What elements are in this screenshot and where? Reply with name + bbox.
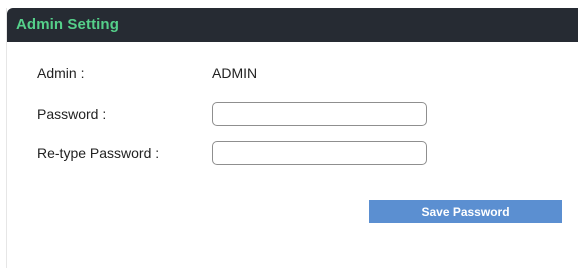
password-label: Password : — [37, 106, 107, 122]
password-field[interactable] — [212, 102, 427, 126]
save-password-button[interactable]: Save Password — [369, 200, 562, 223]
admin-value: ADMIN — [212, 65, 258, 81]
admin-label: Admin : — [37, 65, 85, 81]
panel-title: Admin Setting — [16, 16, 119, 33]
panel-header: Admin Setting — [7, 8, 578, 42]
retype-password-label: Re-type Password : — [37, 145, 160, 161]
retype-password-field[interactable] — [212, 141, 427, 165]
admin-setting-panel: Admin Setting Admin : ADMIN Password : R… — [6, 8, 578, 268]
